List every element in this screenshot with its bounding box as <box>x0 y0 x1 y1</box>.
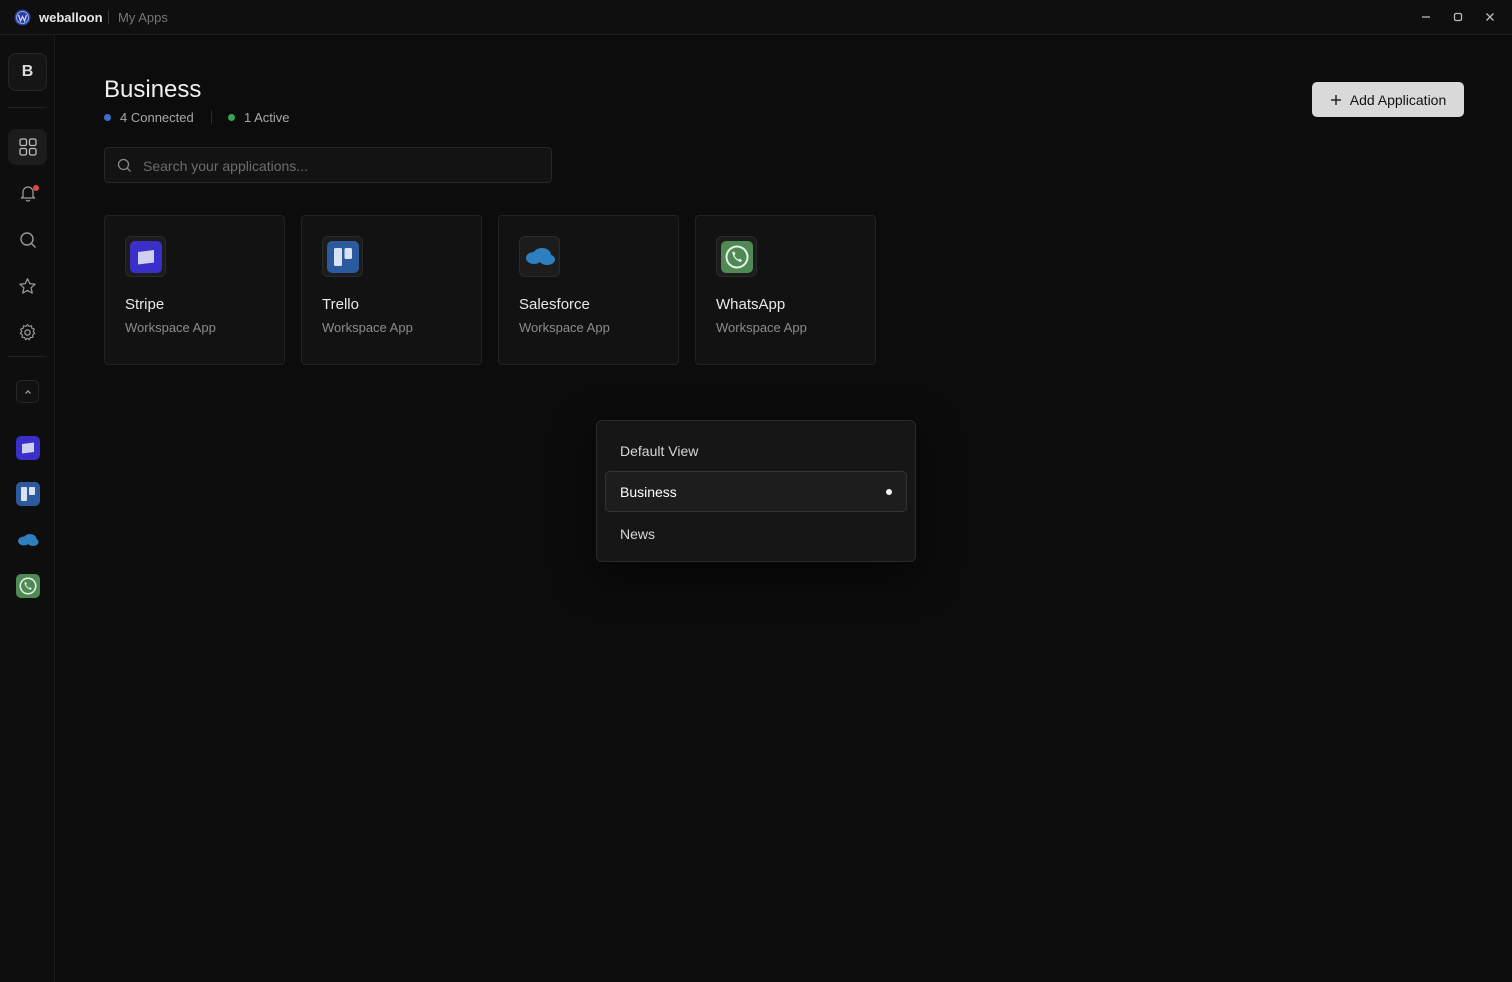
collapse-apps-button[interactable] <box>16 380 39 403</box>
title-bar: weballoon My Apps <box>0 0 1512 35</box>
app-name: weballoon <box>39 10 103 25</box>
chevron-up-icon <box>24 389 31 394</box>
app-icon-container <box>519 236 560 277</box>
app-subtitle: Workspace App <box>125 320 216 335</box>
add-application-label: Add Application <box>1349 91 1447 108</box>
sidebar-item-settings[interactable] <box>8 314 47 350</box>
app-subtitle: Workspace App <box>322 320 413 335</box>
app-subtitle: Workspace App <box>716 320 807 335</box>
search-bar <box>104 147 552 184</box>
whatsapp-icon <box>720 240 753 273</box>
app-card-trello[interactable]: Trello Workspace App <box>301 215 482 365</box>
app-icon-container <box>322 236 363 277</box>
add-application-button[interactable]: Add Application <box>1312 82 1464 117</box>
salesforce-icon <box>18 534 39 546</box>
app-name: Salesforce <box>519 296 590 313</box>
app-name: Stripe <box>125 296 165 313</box>
sidebar-app-salesforce[interactable] <box>16 528 40 552</box>
sidebar: B <box>0 35 55 982</box>
sidebar-divider <box>8 107 47 108</box>
workspace-avatar[interactable]: B <box>8 53 47 91</box>
view-switcher-menu: Default View Business News <box>596 420 916 562</box>
maximize-icon[interactable] <box>1449 8 1467 26</box>
connected-count: 4 Connected <box>120 110 194 125</box>
connected-status: 4 Connected <box>104 110 194 125</box>
connected-dot <box>104 114 111 121</box>
app-card-whatsapp[interactable]: WhatsApp Workspace App <box>695 215 876 365</box>
sidebar-item-apps[interactable] <box>8 129 47 165</box>
app-icon-container <box>125 236 166 277</box>
active-dot <box>228 114 235 121</box>
minimize-icon[interactable] <box>1417 8 1435 26</box>
star-icon <box>19 277 36 294</box>
breadcrumb-page[interactable]: My Apps <box>118 10 168 25</box>
menu-item-default-view[interactable]: Default View <box>605 430 907 471</box>
app-card-stripe[interactable]: Stripe Workspace App <box>104 215 285 365</box>
search-icon <box>19 232 36 248</box>
status-divider <box>211 110 212 124</box>
app-name: Trello <box>322 296 359 313</box>
grid-icon <box>18 138 37 156</box>
breadcrumb-separator <box>108 10 109 24</box>
stripe-icon <box>16 436 40 460</box>
selected-indicator <box>886 489 892 495</box>
menu-item-business[interactable]: Business <box>605 471 907 512</box>
app-icon-container <box>716 236 757 277</box>
menu-item-label: Business <box>620 483 677 500</box>
app-grid: Stripe Workspace App Trello Workspace Ap… <box>104 215 876 365</box>
sidebar-app-whatsapp[interactable] <box>16 574 40 598</box>
menu-item-label: News <box>620 525 656 542</box>
plus-icon <box>1330 94 1341 105</box>
menu-item-label: Default View <box>620 442 699 459</box>
active-status: 1 Active <box>228 110 290 125</box>
menu-item-news[interactable]: News <box>605 513 907 554</box>
salesforce-icon <box>525 247 555 265</box>
trello-icon <box>16 482 40 506</box>
notification-badge <box>33 185 39 191</box>
sidebar-divider <box>8 356 47 357</box>
app-subtitle: Workspace App <box>519 320 610 335</box>
sidebar-item-notifications[interactable] <box>8 175 47 211</box>
search-icon <box>117 158 131 172</box>
close-icon[interactable] <box>1481 8 1499 26</box>
page-title: Business <box>104 76 202 103</box>
weballoon-logo-icon <box>14 9 31 26</box>
active-count: 1 Active <box>244 110 290 125</box>
gear-icon <box>19 323 36 340</box>
search-input[interactable] <box>141 148 545 184</box>
stripe-icon <box>129 240 162 273</box>
trello-icon <box>326 240 359 273</box>
whatsapp-icon <box>16 574 40 598</box>
app-name: WhatsApp <box>716 296 786 313</box>
sidebar-item-favorites[interactable] <box>8 268 47 304</box>
app-card-salesforce[interactable]: Salesforce Workspace App <box>498 215 679 365</box>
sidebar-item-search[interactable] <box>8 222 47 258</box>
sidebar-app-trello[interactable] <box>16 482 40 506</box>
sidebar-app-stripe[interactable] <box>16 436 40 460</box>
